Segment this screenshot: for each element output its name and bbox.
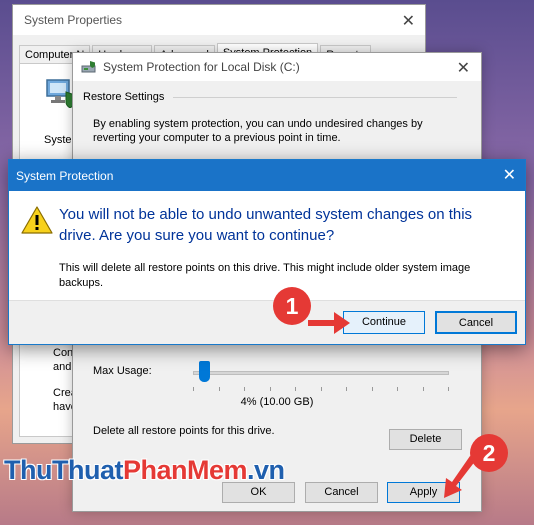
confirm-cancel-button[interactable]: Cancel <box>435 311 517 334</box>
confirm-dialog: System Protection ✕ You will not be able… <box>8 159 526 345</box>
delete-button[interactable]: Delete <box>389 429 462 450</box>
confirm-titlebar: System Protection ✕ <box>9 160 525 191</box>
max-usage-slider-thumb[interactable] <box>199 361 210 382</box>
watermark-logo: ThuThuatPhanMem.vn <box>4 455 285 486</box>
watermark-part: PhanMem <box>122 455 248 485</box>
confirm-title: System Protection <box>16 168 114 183</box>
system-properties-titlebar: System Properties ✕ <box>13 5 425 35</box>
section-divider <box>173 97 457 98</box>
watermark-part: ThuThuat <box>4 455 123 485</box>
continue-button[interactable]: Continue <box>343 311 425 334</box>
close-icon[interactable]: ✕ <box>457 58 470 78</box>
slider-ticks <box>193 387 449 391</box>
arrow-icon <box>444 456 476 498</box>
confirm-main-instruction: You will not be able to undo unwanted sy… <box>59 206 473 244</box>
delete-description: Delete all restore points for this drive… <box>93 425 275 437</box>
local-disk-titlebar: System Protection for Local Disk (C:) ✕ <box>73 53 481 81</box>
max-usage-label: Max Usage: <box>93 365 152 377</box>
close-icon[interactable]: ✕ <box>503 165 516 185</box>
restore-description: By enabling system protection, you can u… <box>93 118 423 144</box>
cancel-button[interactable]: Cancel <box>305 482 378 503</box>
warning-icon <box>21 206 53 234</box>
drive-shield-icon <box>81 61 96 73</box>
system-properties-title: System Properties <box>24 13 123 27</box>
restore-settings-heading: Restore Settings <box>83 91 165 103</box>
close-icon[interactable]: ✕ <box>402 11 415 31</box>
watermark-part: .vn <box>247 455 285 485</box>
arrow-icon <box>308 312 350 334</box>
max-usage-value: 4% (10.00 GB) <box>240 396 314 408</box>
local-disk-title: System Protection for Local Disk (C:) <box>103 60 300 74</box>
max-usage-slider-track[interactable] <box>193 371 449 375</box>
